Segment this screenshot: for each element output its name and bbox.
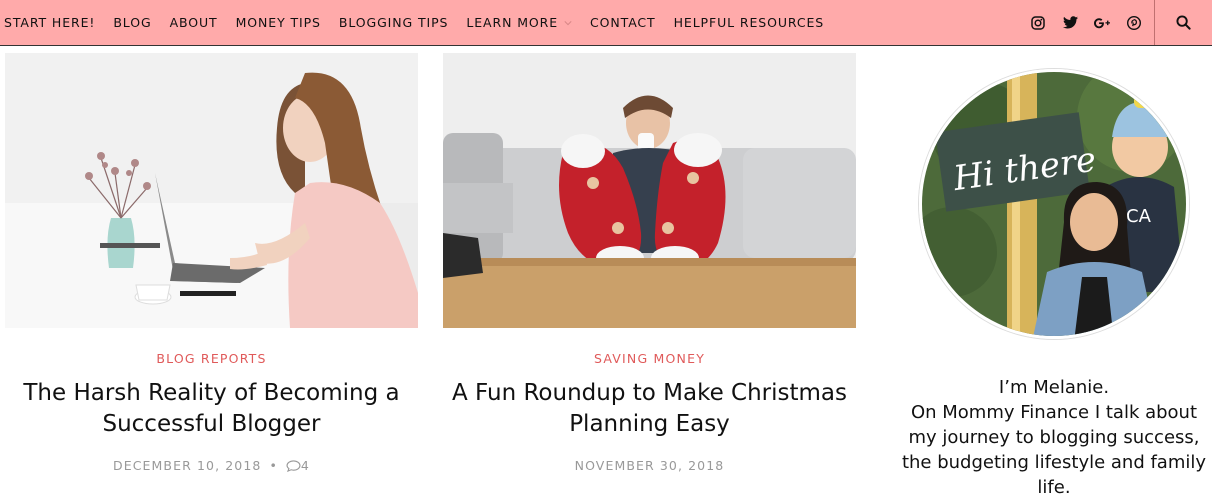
post-thumbnail-woman-laptop[interactable] xyxy=(5,53,418,328)
nav-item-start-here[interactable]: START HERE! xyxy=(4,15,95,30)
nav-item-label: START HERE! xyxy=(4,15,96,30)
nav-item-label: BLOGGING TIPS xyxy=(338,15,449,30)
post-date: DECEMBER 10, 2018 xyxy=(113,458,262,473)
meta-separator: • xyxy=(269,458,278,473)
post-category[interactable]: BLOG REPORTS xyxy=(5,351,418,366)
nav-item-contact[interactable]: CONTACT xyxy=(590,15,656,30)
post-meta: DECEMBER 10, 2018 • 4 xyxy=(5,458,418,473)
search-icon xyxy=(1176,15,1191,30)
nav-item-label: CONTACT xyxy=(590,15,656,30)
post-category[interactable]: SAVING MONEY xyxy=(443,351,856,366)
nav-item-label: BLOG xyxy=(113,15,152,30)
comment-count-link[interactable]: 4 xyxy=(286,458,310,473)
comment-icon xyxy=(286,459,301,472)
twitter-icon[interactable] xyxy=(1062,15,1078,31)
google-plus-icon[interactable] xyxy=(1094,15,1110,31)
nav-item-label: ABOUT xyxy=(169,15,218,30)
instagram-icon[interactable] xyxy=(1030,15,1046,31)
author-bio: I’m Melanie. On Mommy Finance I talk abo… xyxy=(900,375,1208,500)
bio-description: On Mommy Finance I talk about my journey… xyxy=(901,402,1207,498)
nav-item-blog[interactable]: BLOG xyxy=(113,15,151,30)
pinterest-icon[interactable] xyxy=(1126,15,1142,31)
nav-item-money-tips[interactable]: MONEY TIPS xyxy=(236,15,321,30)
post-title[interactable]: A Fun Roundup to Make Christmas Planning… xyxy=(450,378,850,440)
post-card: SAVING MONEY A Fun Roundup to Make Chris… xyxy=(443,53,856,473)
search-button[interactable] xyxy=(1154,0,1212,45)
nav-item-label: HELPFUL RESOURCES xyxy=(673,15,825,30)
bio-greeting: I’m Melanie. xyxy=(998,377,1110,398)
comment-count: 4 xyxy=(300,458,310,473)
svg-text:CA: CA xyxy=(1126,206,1152,227)
nav-item-about[interactable]: ABOUT xyxy=(170,15,218,30)
post-meta: NOVEMBER 30, 2018 xyxy=(443,458,856,473)
author-avatar: Hi there CA xyxy=(919,69,1189,339)
nav-item-learn-more[interactable]: LEARN MORE xyxy=(466,15,572,30)
nav-menu: START HERE! BLOG ABOUT MONEY TIPS BLOGGI… xyxy=(4,0,842,45)
nav-item-blogging-tips[interactable]: BLOGGING TIPS xyxy=(339,15,449,30)
nav-item-helpful-resources[interactable]: HELPFUL RESOURCES xyxy=(674,15,825,30)
post-card: BLOG REPORTS The Harsh Reality of Becomi… xyxy=(5,53,418,473)
social-links xyxy=(1014,0,1142,45)
post-title[interactable]: The Harsh Reality of Becoming a Successf… xyxy=(12,378,412,440)
nav-item-label: LEARN MORE xyxy=(466,15,559,30)
nav-item-label: MONEY TIPS xyxy=(235,15,321,30)
chevron-down-icon xyxy=(564,20,572,25)
post-thumbnail-christmas-socks[interactable] xyxy=(443,53,856,328)
top-navigation: START HERE! BLOG ABOUT MONEY TIPS BLOGGI… xyxy=(0,0,1212,46)
post-date: NOVEMBER 30, 2018 xyxy=(574,458,725,473)
